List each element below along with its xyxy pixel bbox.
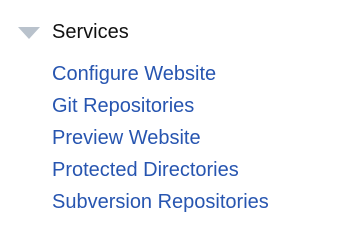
list-item: Configure Website [52, 58, 269, 90]
subversion-repositories-link[interactable]: Subversion Repositories [52, 191, 269, 213]
configure-website-link[interactable]: Configure Website [52, 63, 216, 85]
list-item: Git Repositories [52, 90, 269, 122]
services-menu: Services Configure Website Git Repositor… [0, 0, 356, 246]
git-repositories-link[interactable]: Git Repositories [52, 95, 194, 117]
preview-website-link[interactable]: Preview Website [52, 127, 201, 149]
list-item: Subversion Repositories [52, 186, 269, 218]
list-item: Preview Website [52, 122, 269, 154]
protected-directories-link[interactable]: Protected Directories [52, 159, 239, 181]
section-title: Services [52, 21, 129, 43]
services-section-header[interactable]: Services [18, 20, 129, 44]
services-link-list: Configure Website Git Repositories Previ… [52, 58, 269, 218]
list-item: Protected Directories [52, 154, 269, 186]
expanded-triangle-icon[interactable] [18, 26, 40, 39]
